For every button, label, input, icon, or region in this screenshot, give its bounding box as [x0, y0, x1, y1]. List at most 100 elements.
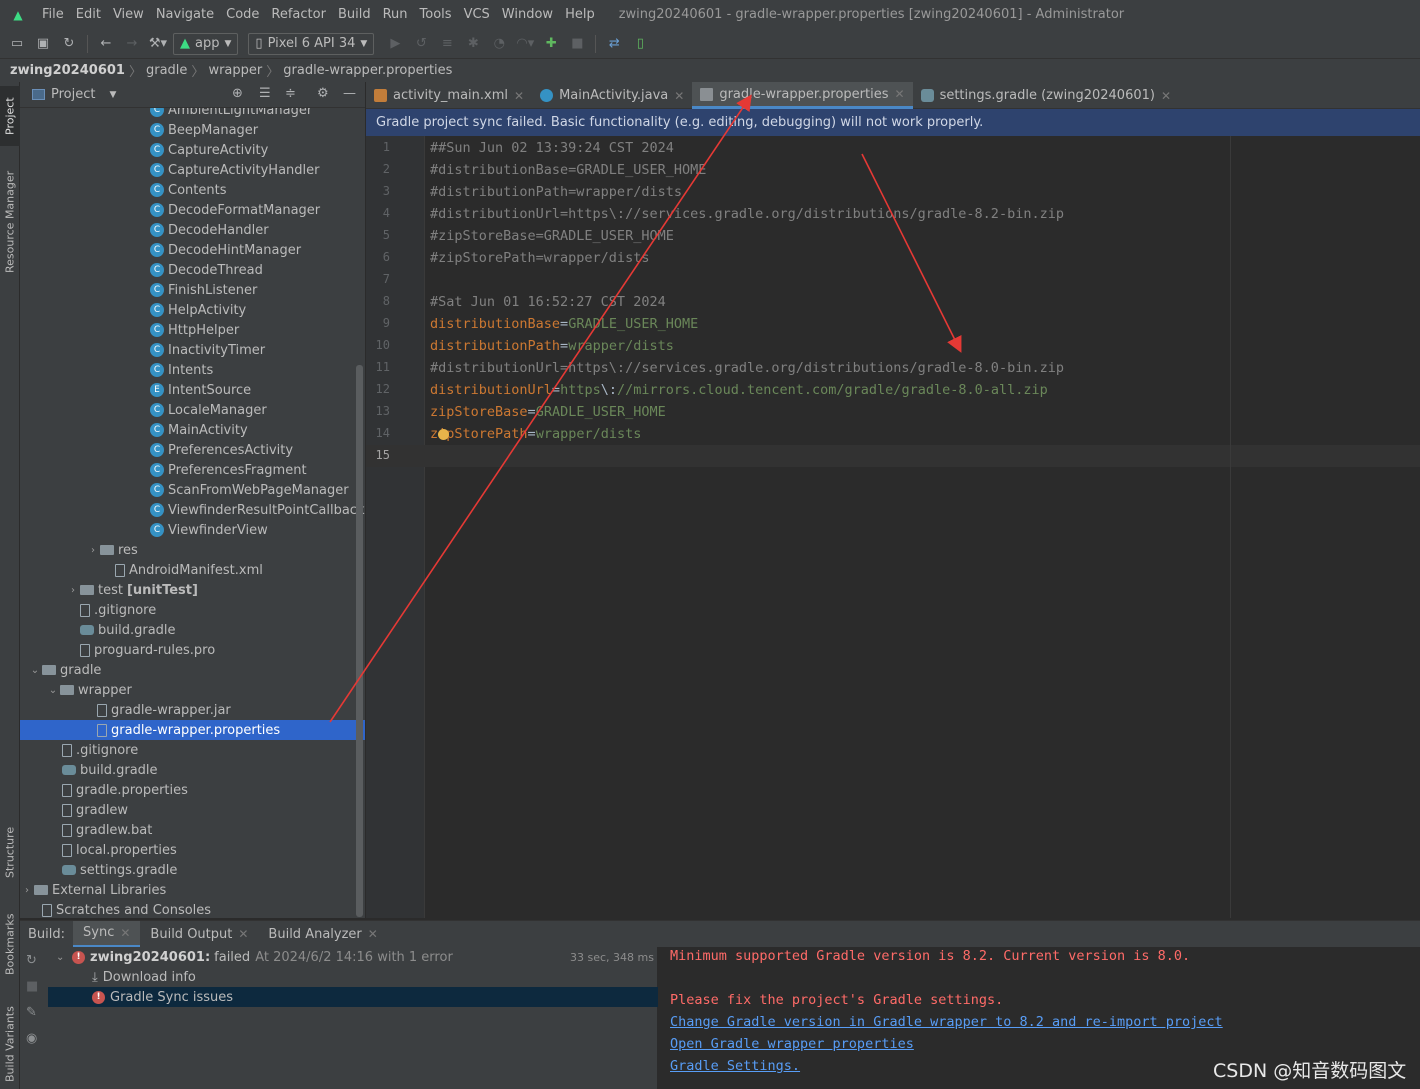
sdk-manager-icon[interactable]: ▯	[629, 33, 651, 55]
menu-view[interactable]: View	[107, 7, 150, 22]
tree-item-ambientlightmanager[interactable]: C AmbientLightManager	[20, 108, 365, 120]
chevron-down-icon[interactable]: ⌄	[46, 685, 60, 696]
tab-activity-main-xml[interactable]: activity_main.xml ✕	[366, 82, 532, 109]
device-select[interactable]: ▯ Pixel 6 API 34 ▼	[248, 32, 375, 55]
back-icon[interactable]: ←	[95, 33, 117, 55]
menu-edit[interactable]: Edit	[70, 7, 107, 22]
tree-item-settings-gradle[interactable]: settings.gradle	[20, 860, 365, 880]
breadcrumb-gradle[interactable]: gradle	[146, 63, 187, 78]
attach-debugger-icon[interactable]: ◠▾	[514, 33, 536, 55]
menu-file[interactable]: File	[36, 7, 70, 22]
apply-changes-icon[interactable]: ↺	[410, 33, 432, 55]
tree-item-intents[interactable]: C Intents	[20, 360, 365, 380]
minimize-icon[interactable]: —	[343, 86, 356, 101]
tree-item-viewfinderresultpointcallback[interactable]: C ViewfinderResultPointCallback	[20, 500, 365, 520]
pin-icon[interactable]: ✎	[26, 1005, 37, 1020]
profile-icon[interactable]: ◔	[488, 33, 510, 55]
build-root-row[interactable]: ⌄ ! zwing20240601: failed At 2024/6/2 14…	[48, 947, 658, 967]
close-icon[interactable]: ✕	[120, 926, 130, 940]
chevron-right-icon[interactable]: ›	[66, 585, 80, 596]
chevron-down-icon[interactable]: ⌄	[28, 665, 42, 676]
tree-item-gradlew-bat[interactable]: gradlew.bat	[20, 820, 365, 840]
tree-item-wrapper[interactable]: ⌄ wrapper	[20, 680, 365, 700]
eye-icon[interactable]: ◉	[26, 1031, 37, 1046]
tree-item-res[interactable]: › res	[20, 540, 365, 560]
breadcrumb-file[interactable]: gradle-wrapper.properties	[283, 63, 452, 78]
menu-run[interactable]: Run	[377, 7, 414, 22]
project-view-select[interactable]: Project ▼	[32, 87, 116, 102]
tree-item-beepmanager[interactable]: C BeepManager	[20, 120, 365, 140]
menu-window[interactable]: Window	[496, 7, 559, 22]
tree-item-captureactivityhandler[interactable]: C CaptureActivityHandler	[20, 160, 365, 180]
tab-build-output[interactable]: Build Output ✕	[140, 921, 258, 948]
tree-item-gradlew[interactable]: gradlew	[20, 800, 365, 820]
run-icon[interactable]: ▶	[384, 33, 406, 55]
menu-help[interactable]: Help	[559, 7, 601, 22]
project-tree-scrollbar[interactable]	[356, 365, 363, 917]
close-icon[interactable]: ✕	[238, 927, 248, 941]
stop-icon[interactable]: ■	[566, 33, 588, 55]
close-icon[interactable]: ✕	[514, 89, 524, 103]
tree-item-build-gradle[interactable]: build.gradle	[20, 620, 365, 640]
tree-item-gitignore[interactable]: .gitignore	[20, 740, 365, 760]
tree-item-gitignore[interactable]: .gitignore	[20, 600, 365, 620]
build-item-download-info[interactable]: ⤓ Download info	[48, 967, 658, 987]
tree-item-captureactivity[interactable]: C CaptureActivity	[20, 140, 365, 160]
stripe-project[interactable]: Project	[0, 86, 20, 146]
collapse-all-icon[interactable]: ≑	[285, 86, 296, 101]
stop-icon[interactable]: ■	[26, 979, 38, 994]
open-gradle-wrapper-properties-link[interactable]: Open Gradle wrapper properties	[670, 1036, 914, 1052]
change-gradle-version-link[interactable]: Change Gradle version in Gradle wrapper …	[670, 1014, 1223, 1030]
locate-file-icon[interactable]: ⊕	[232, 86, 243, 101]
close-icon[interactable]: ✕	[895, 87, 905, 101]
tree-item-gradle-wrapper-jar[interactable]: gradle-wrapper.jar	[20, 700, 365, 720]
tree-item-decodeformatmanager[interactable]: C DecodeFormatManager	[20, 200, 365, 220]
tree-item-gradle-properties[interactable]: gradle.properties	[20, 780, 365, 800]
tree-item-contents[interactable]: C Contents	[20, 180, 365, 200]
menu-tools[interactable]: Tools	[414, 7, 458, 22]
tree-item-mainactivity[interactable]: C MainActivity	[20, 420, 365, 440]
gear-icon[interactable]: ⚙	[317, 86, 329, 101]
tree-item-decodethread[interactable]: C DecodeThread	[20, 260, 365, 280]
lightbulb-icon[interactable]	[438, 429, 449, 440]
tree-item-androidmanifest-xml[interactable]: AndroidManifest.xml	[20, 560, 365, 580]
tree-item-external-libraries[interactable]: › External Libraries	[20, 880, 365, 900]
tree-item-scanfromwebpagemanager[interactable]: C ScanFromWebPageManager	[20, 480, 365, 500]
stripe-bookmarks[interactable]: Bookmarks	[0, 904, 20, 984]
debug-icon[interactable]: ✱	[462, 33, 484, 55]
breadcrumb-wrapper[interactable]: wrapper	[208, 63, 262, 78]
tree-item-helpactivity[interactable]: C HelpActivity	[20, 300, 365, 320]
tree-item-decodehintmanager[interactable]: C DecodeHintManager	[20, 240, 365, 260]
tab-settings-gradle[interactable]: settings.gradle (zwing20240601) ✕	[913, 82, 1179, 109]
open-folder-icon[interactable]: ▭	[6, 33, 28, 55]
tab-sync[interactable]: Sync ✕	[73, 920, 141, 948]
make-project-icon[interactable]: ⚒▾	[147, 33, 169, 55]
gradle-sync-icon[interactable]: ✚	[540, 33, 562, 55]
tree-item-viewfinderview[interactable]: C ViewfinderView	[20, 520, 365, 540]
tree-item-inactivitytimer[interactable]: C InactivityTimer	[20, 340, 365, 360]
tree-item-gradle[interactable]: ⌄ gradle	[20, 660, 365, 680]
forward-icon[interactable]: →	[121, 33, 143, 55]
refresh-icon[interactable]: ↻	[26, 953, 37, 968]
close-icon[interactable]: ✕	[674, 89, 684, 103]
run-config-select[interactable]: ▲ app ▼	[173, 32, 239, 55]
tab-main-activity-java[interactable]: MainActivity.java ✕	[532, 82, 692, 109]
tab-build-analyzer[interactable]: Build Analyzer ✕	[258, 921, 387, 948]
tree-item-finishlistener[interactable]: C FinishListener	[20, 280, 365, 300]
tree-item-httphelper[interactable]: C HttpHelper	[20, 320, 365, 340]
stripe-build-variants[interactable]: Build Variants	[0, 1002, 20, 1087]
tree-item-local-properties[interactable]: local.properties	[20, 840, 365, 860]
stripe-structure[interactable]: Structure	[0, 817, 20, 887]
tree-item-scratches-and-consoles[interactable]: Scratches and Consoles	[20, 900, 365, 918]
save-all-icon[interactable]: ▣	[32, 33, 54, 55]
chevron-right-icon[interactable]: ›	[20, 885, 34, 896]
expand-all-icon[interactable]: ☰	[259, 86, 271, 101]
tree-item-test[interactable]: › test [unitTest]	[20, 580, 365, 600]
menu-code[interactable]: Code	[220, 7, 265, 22]
sync-icon[interactable]: ↻	[58, 33, 80, 55]
menu-build[interactable]: Build	[332, 7, 377, 22]
breadcrumb-project[interactable]: zwing20240601	[10, 63, 125, 78]
menu-refactor[interactable]: Refactor	[265, 7, 332, 22]
tree-item-gradle-wrapper-properties[interactable]: gradle-wrapper.properties	[20, 720, 365, 740]
tree-item-intentsource[interactable]: E IntentSource	[20, 380, 365, 400]
